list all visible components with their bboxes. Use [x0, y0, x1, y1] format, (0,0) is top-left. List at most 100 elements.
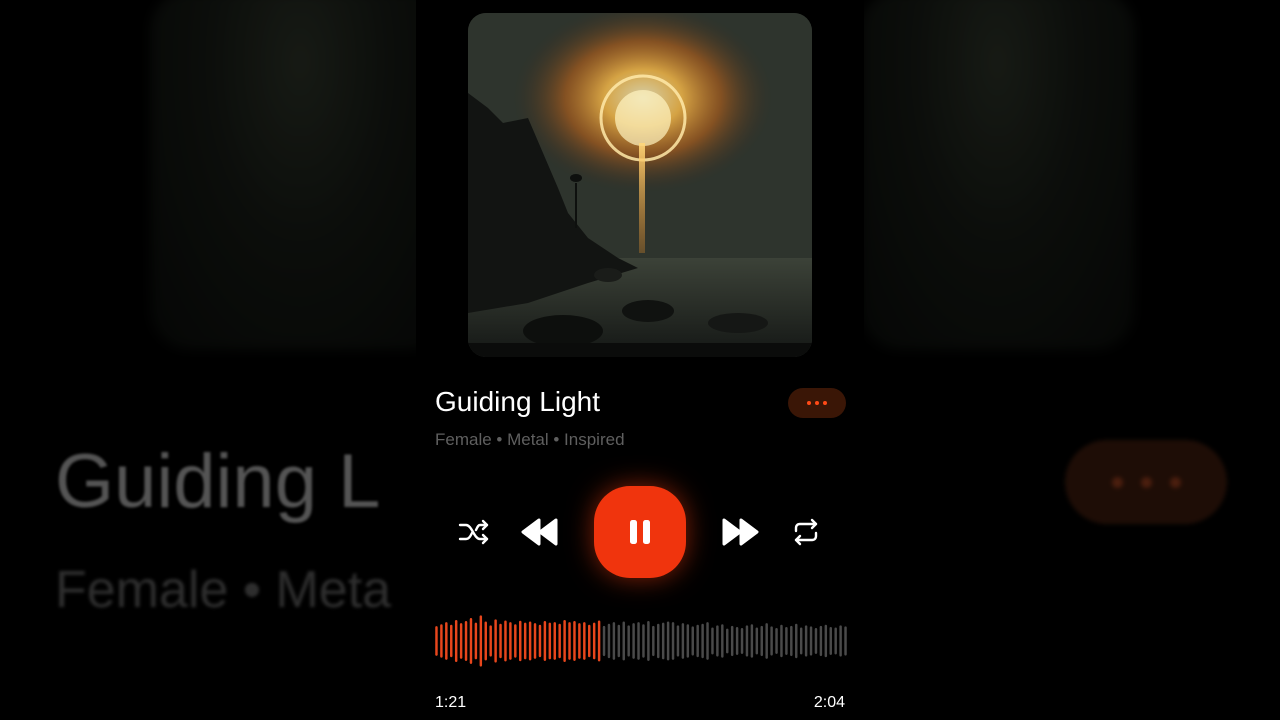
- waveform-bar-played: [558, 623, 561, 659]
- waveform-bar: [745, 625, 749, 657]
- waveform-bar: [716, 625, 719, 657]
- waveform-bar: [750, 624, 754, 658]
- pause-icon: [630, 520, 650, 544]
- waveform-bar-played: [440, 624, 443, 658]
- waveform-bar: [809, 626, 813, 656]
- waveform-bar-played: [494, 619, 497, 663]
- waveform-bar: [804, 625, 808, 657]
- waveform-bar-played: [454, 619, 458, 663]
- waveform-bar-played: [445, 622, 448, 660]
- waveform-bar: [730, 625, 734, 657]
- waveform-bar: [829, 626, 832, 656]
- track-title: Guiding Light: [435, 386, 601, 417]
- waveform-bar: [790, 625, 793, 657]
- waveform-bar-played: [450, 624, 453, 658]
- waveform-scrubber[interactable]: [434, 614, 848, 668]
- waveform-bar: [765, 623, 768, 659]
- album-artwork: [468, 13, 812, 357]
- waveform-bar-played: [459, 623, 463, 659]
- waveform-bar: [607, 623, 611, 659]
- waveform-bar-played: [528, 621, 532, 661]
- waveform-bar-played: [464, 621, 468, 661]
- repeat-button[interactable]: [788, 516, 824, 548]
- waveform: [435, 615, 847, 667]
- more-horizontal-icon: [807, 401, 827, 405]
- waveform-bar: [770, 626, 773, 656]
- background-title: Guiding L: [55, 439, 381, 524]
- waveform-bar: [834, 627, 837, 655]
- background-tags: Female • Meta: [55, 561, 392, 619]
- waveform-bar: [657, 623, 660, 659]
- track-tags: Female • Metal • Inspired: [435, 430, 625, 449]
- waveform-bar: [652, 625, 655, 657]
- pause-button[interactable]: [594, 486, 686, 578]
- waveform-bar: [799, 627, 803, 655]
- waveform-bar-played: [469, 618, 473, 664]
- waveform-bar-played: [523, 622, 527, 660]
- waveform-bar-played: [504, 620, 507, 662]
- waveform-bar: [735, 626, 739, 656]
- waveform-bar: [632, 623, 635, 659]
- waveform-bar-played: [553, 622, 556, 660]
- waveform-bar-played: [435, 626, 438, 656]
- fast-forward-button[interactable]: [720, 514, 760, 550]
- waveform-bar-played: [592, 622, 596, 660]
- waveform-bar-played: [563, 619, 566, 663]
- waveform-bar: [775, 628, 778, 654]
- waveform-bar: [780, 624, 783, 658]
- waveform-bar: [617, 624, 621, 658]
- waveform-bar: [814, 628, 818, 654]
- waveform-bar-played: [578, 623, 581, 659]
- waveform-bar-played: [484, 621, 487, 661]
- waveform-bar: [785, 626, 788, 656]
- waveform-bar: [666, 621, 670, 661]
- waveform-bar-played: [583, 622, 586, 660]
- waveform-bar: [691, 626, 694, 656]
- waveform-bar-played: [474, 622, 478, 660]
- fast-forward-icon: [722, 518, 759, 546]
- waveform-bar: [721, 624, 724, 658]
- waveform-bar: [760, 625, 763, 657]
- waveform-bar: [696, 624, 699, 658]
- waveform-bar-played: [597, 620, 601, 662]
- waveform-bar-played: [588, 624, 591, 658]
- waveform-bar-played: [543, 621, 547, 661]
- waveform-bar: [676, 625, 680, 657]
- waveform-bar: [671, 622, 675, 660]
- background-artwork-left: [150, 0, 450, 350]
- waveform-bar: [795, 623, 798, 659]
- waveform-bar-played: [548, 622, 552, 660]
- waveform-bar: [637, 622, 640, 660]
- waveform-bar: [726, 628, 729, 654]
- waveform-bar-played: [568, 622, 571, 660]
- waveform-bar: [642, 624, 645, 658]
- waveform-bar: [701, 623, 704, 659]
- waveform-bar: [844, 626, 847, 656]
- waveform-bar: [612, 622, 616, 660]
- waveform-bar: [661, 622, 665, 660]
- waveform-bar-played: [489, 625, 492, 657]
- waveform-bar-played: [573, 621, 576, 661]
- player-panel: Guiding Light Female • Metal • Inspired: [416, 0, 864, 720]
- waveform-bar: [627, 625, 630, 657]
- shuffle-button[interactable]: [456, 516, 492, 548]
- rewind-icon: [521, 518, 558, 546]
- waveform-bar: [622, 621, 625, 661]
- waveform-bar-played: [533, 623, 537, 659]
- playback-controls: [416, 486, 864, 578]
- waveform-bar: [755, 627, 759, 655]
- more-options-button[interactable]: [788, 388, 846, 418]
- waveform-bar: [711, 627, 714, 655]
- current-time: 1:21: [435, 694, 467, 711]
- waveform-bar: [681, 623, 685, 659]
- repeat-icon: [794, 518, 818, 546]
- background-artwork-right: [860, 0, 1135, 350]
- waveform-bar: [839, 625, 842, 657]
- waveform-bar-played: [514, 624, 517, 658]
- total-time: 2:04: [813, 694, 845, 711]
- waveform-bar: [824, 624, 828, 658]
- rewind-button[interactable]: [520, 514, 560, 550]
- waveform-bar-played: [509, 622, 512, 660]
- waveform-bar: [706, 622, 709, 660]
- waveform-bar: [819, 625, 823, 657]
